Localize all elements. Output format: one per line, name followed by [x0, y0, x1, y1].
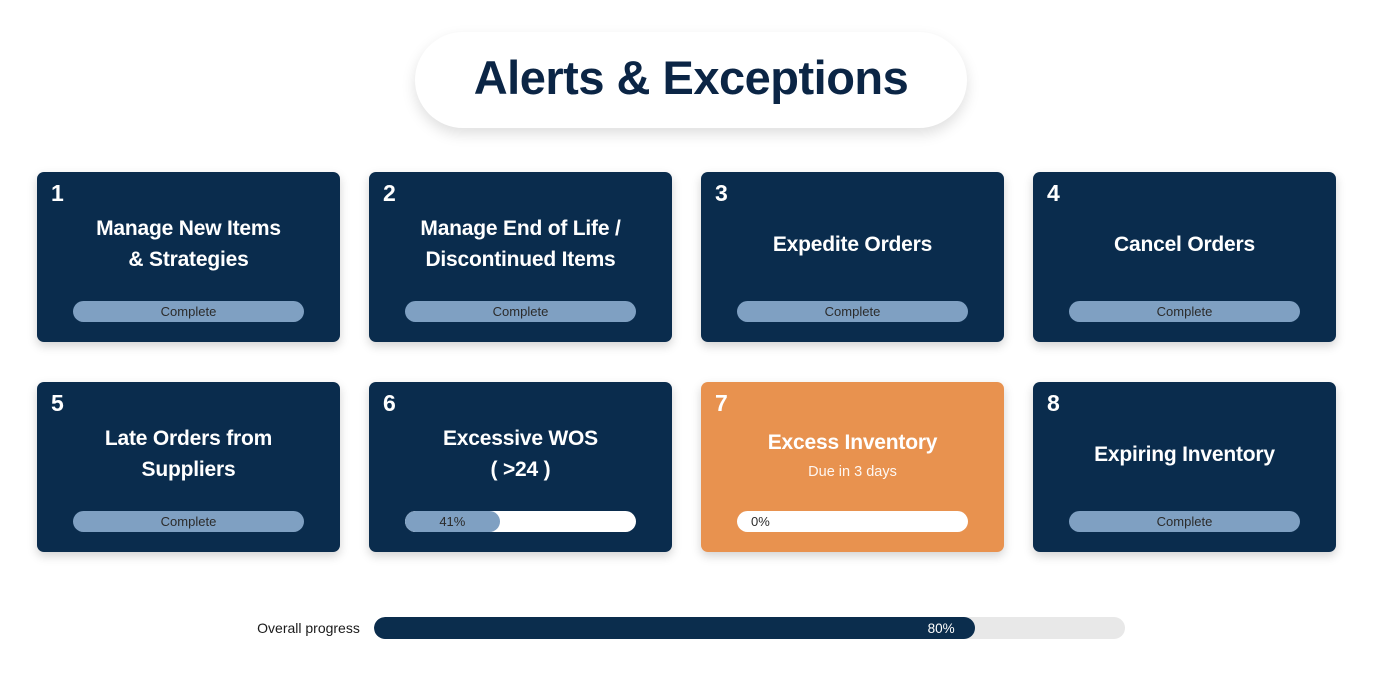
- card-title: Cancel Orders: [1114, 232, 1255, 256]
- card-footer: 41%: [405, 511, 636, 532]
- card-body: Late Orders from Suppliers: [37, 412, 340, 496]
- card-footer: Complete: [1069, 301, 1300, 322]
- card-footer: Complete: [73, 511, 304, 532]
- card-body: Cancel Orders: [1033, 202, 1336, 286]
- alert-card[interactable]: 3 Expedite Orders Complete: [701, 172, 1004, 342]
- status-badge[interactable]: Complete: [73, 301, 304, 322]
- alert-card[interactable]: 1 Manage New Items & Strategies Complete: [37, 172, 340, 342]
- card-title: Late Orders from Suppliers: [104, 427, 273, 481]
- card-footer: 0%: [737, 511, 968, 532]
- page-title: Alerts & Exceptions: [473, 51, 909, 104]
- status-badge[interactable]: Complete: [405, 301, 636, 322]
- card-footer: Complete: [1069, 511, 1300, 532]
- overall-progress: Overall progress 80%: [0, 617, 1382, 639]
- overall-progress-fill: 80%: [373, 617, 975, 639]
- alert-card[interactable]: 8 Expiring Inventory Complete: [1033, 382, 1336, 552]
- alert-card[interactable]: 4 Cancel Orders Complete: [1033, 172, 1336, 342]
- overall-progress-label: Overall progress: [257, 620, 360, 636]
- card-footer: Complete: [73, 301, 304, 322]
- card-footer: Complete: [405, 301, 636, 322]
- card-title: Expedite Orders: [772, 232, 933, 256]
- card-title: Expiring Inventory: [1094, 442, 1275, 466]
- title-pill: Alerts & Exceptions: [415, 32, 967, 128]
- card-body: Manage New Items & Strategies: [37, 202, 340, 286]
- card-title: Excess Inventory: [767, 431, 938, 454]
- overall-progress-value: 80%: [927, 620, 955, 636]
- status-badge[interactable]: Complete: [1069, 301, 1300, 322]
- overall-progress-track[interactable]: 80%: [373, 617, 1125, 639]
- card-progress-track[interactable]: 41%: [405, 511, 636, 532]
- card-body: Excess Inventory Due in 3 days: [701, 412, 1004, 496]
- status-badge[interactable]: Complete: [737, 301, 968, 322]
- alert-card[interactable]: 6 Excessive WOS ( >24 ) 41%: [369, 382, 672, 552]
- card-footer: Complete: [737, 301, 968, 322]
- card-body: Expedite Orders: [701, 202, 1004, 286]
- card-title: Excessive WOS ( >24 ): [443, 427, 598, 481]
- alert-card[interactable]: 2 Manage End of Life / Discontinued Items…: [369, 172, 672, 342]
- alert-card[interactable]: 5 Late Orders from Suppliers Complete: [37, 382, 340, 552]
- status-badge[interactable]: Complete: [73, 511, 304, 532]
- card-subtitle: Due in 3 days: [808, 464, 897, 480]
- card-title: Manage End of Life / Discontinued Items: [420, 217, 621, 271]
- card-body: Expiring Inventory: [1033, 412, 1336, 496]
- card-progress-track[interactable]: 0%: [737, 511, 968, 532]
- card-progress-value: 0%: [751, 514, 770, 529]
- card-progress-value: 41%: [439, 514, 466, 529]
- alert-card-grid: 1 Manage New Items & Strategies Complete 2 M…: [37, 172, 1337, 552]
- card-body: Manage End of Life / Discontinued Items: [369, 202, 672, 286]
- page-header: Alerts & Exceptions: [0, 32, 1382, 128]
- status-badge[interactable]: Complete: [1069, 511, 1300, 532]
- card-title: Manage New Items & Strategies: [96, 217, 281, 271]
- card-body: Excessive WOS ( >24 ): [369, 412, 672, 496]
- alert-card[interactable]: 7 Excess Inventory Due in 3 days 0%: [701, 382, 1004, 552]
